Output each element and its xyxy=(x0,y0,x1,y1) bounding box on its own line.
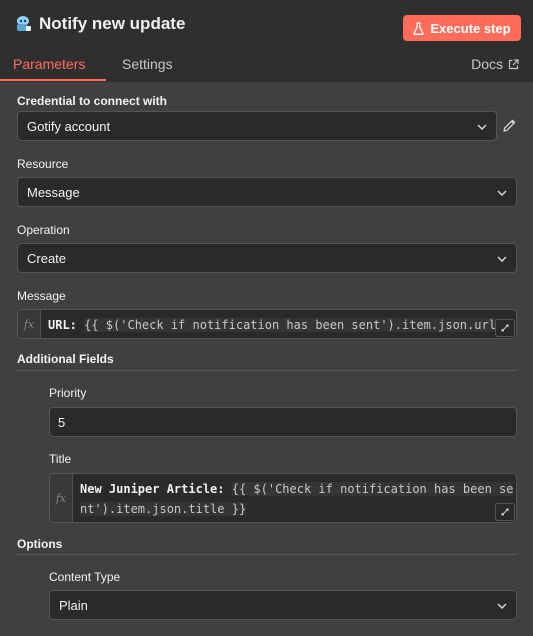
execute-step-label: Execute step xyxy=(430,20,511,36)
gotify-node-icon xyxy=(14,15,32,33)
node-title[interactable]: Notify new update xyxy=(39,14,185,34)
fx-icon: fx xyxy=(18,310,41,338)
options-divider xyxy=(17,554,517,555)
operation-value: Create xyxy=(27,250,67,266)
node-header: Notify new update Execute step Parameter… xyxy=(0,0,533,82)
content-type-label: Content Type xyxy=(49,570,121,584)
title-row: Notify new update xyxy=(14,14,185,34)
title-label: Title xyxy=(49,452,72,466)
additional-fields-label: Additional Fields xyxy=(17,352,114,366)
tab-parameters[interactable]: Parameters xyxy=(13,56,85,72)
external-link-icon xyxy=(508,58,519,69)
active-tab-indicator xyxy=(0,79,106,81)
title-prefix: New Juniper Article: xyxy=(80,482,232,496)
message-expression-field[interactable]: fx URL: {{ $('Check if notification has … xyxy=(17,309,517,339)
message-label: Message xyxy=(17,289,66,303)
fx-icon: fx xyxy=(50,474,73,522)
resource-label: Resource xyxy=(17,157,69,171)
tab-settings[interactable]: Settings xyxy=(122,56,173,72)
docs-link[interactable]: Docs xyxy=(471,56,519,72)
expand-icon xyxy=(501,508,509,516)
message-prefix: URL: xyxy=(48,318,85,332)
chevron-down-icon xyxy=(477,124,487,130)
expand-icon xyxy=(501,324,509,332)
content-type-select[interactable]: Plain xyxy=(49,590,517,620)
title-code-line-2: nt').item.json.title }} xyxy=(80,502,247,516)
chevron-down-icon xyxy=(497,603,507,609)
chevron-down-icon xyxy=(497,256,507,262)
title-expression-part-2: nt').item.json.title }} xyxy=(80,502,247,516)
content-type-value: Plain xyxy=(59,597,88,613)
priority-input[interactable]: 5 xyxy=(49,407,517,437)
operation-select[interactable]: Create xyxy=(17,243,517,273)
resource-select[interactable]: Message xyxy=(17,177,517,207)
resource-value: Message xyxy=(27,184,80,200)
tab-bar: Parameters Settings Docs xyxy=(0,52,533,82)
additional-fields-divider xyxy=(17,370,517,371)
credential-value: Gotify account xyxy=(27,118,111,134)
flask-icon xyxy=(413,21,425,35)
title-expression-part-1: {{ $('Check if notification has been se xyxy=(231,482,514,496)
docs-label: Docs xyxy=(471,56,503,72)
expand-expression-button[interactable] xyxy=(495,319,515,337)
credential-select[interactable]: Gotify account xyxy=(17,111,497,141)
message-expression: {{ $('Check if notification has been sen… xyxy=(84,318,496,332)
priority-value: 5 xyxy=(58,414,66,430)
operation-label: Operation xyxy=(17,223,70,237)
priority-label: Priority xyxy=(49,386,87,400)
execute-step-button[interactable]: Execute step xyxy=(403,15,521,41)
edit-credential-icon[interactable] xyxy=(502,118,517,133)
credential-label: Credential to connect with xyxy=(17,94,168,108)
chevron-down-icon xyxy=(497,190,507,196)
message-code: URL: {{ $('Check if notification has bee… xyxy=(48,318,496,332)
options-label: Options xyxy=(17,537,63,551)
title-code-line-1: New Juniper Article: {{ $('Check if noti… xyxy=(80,482,514,496)
title-expression-field[interactable]: fx New Juniper Article: {{ $('Check if n… xyxy=(49,473,517,523)
expand-expression-button[interactable] xyxy=(495,503,515,521)
